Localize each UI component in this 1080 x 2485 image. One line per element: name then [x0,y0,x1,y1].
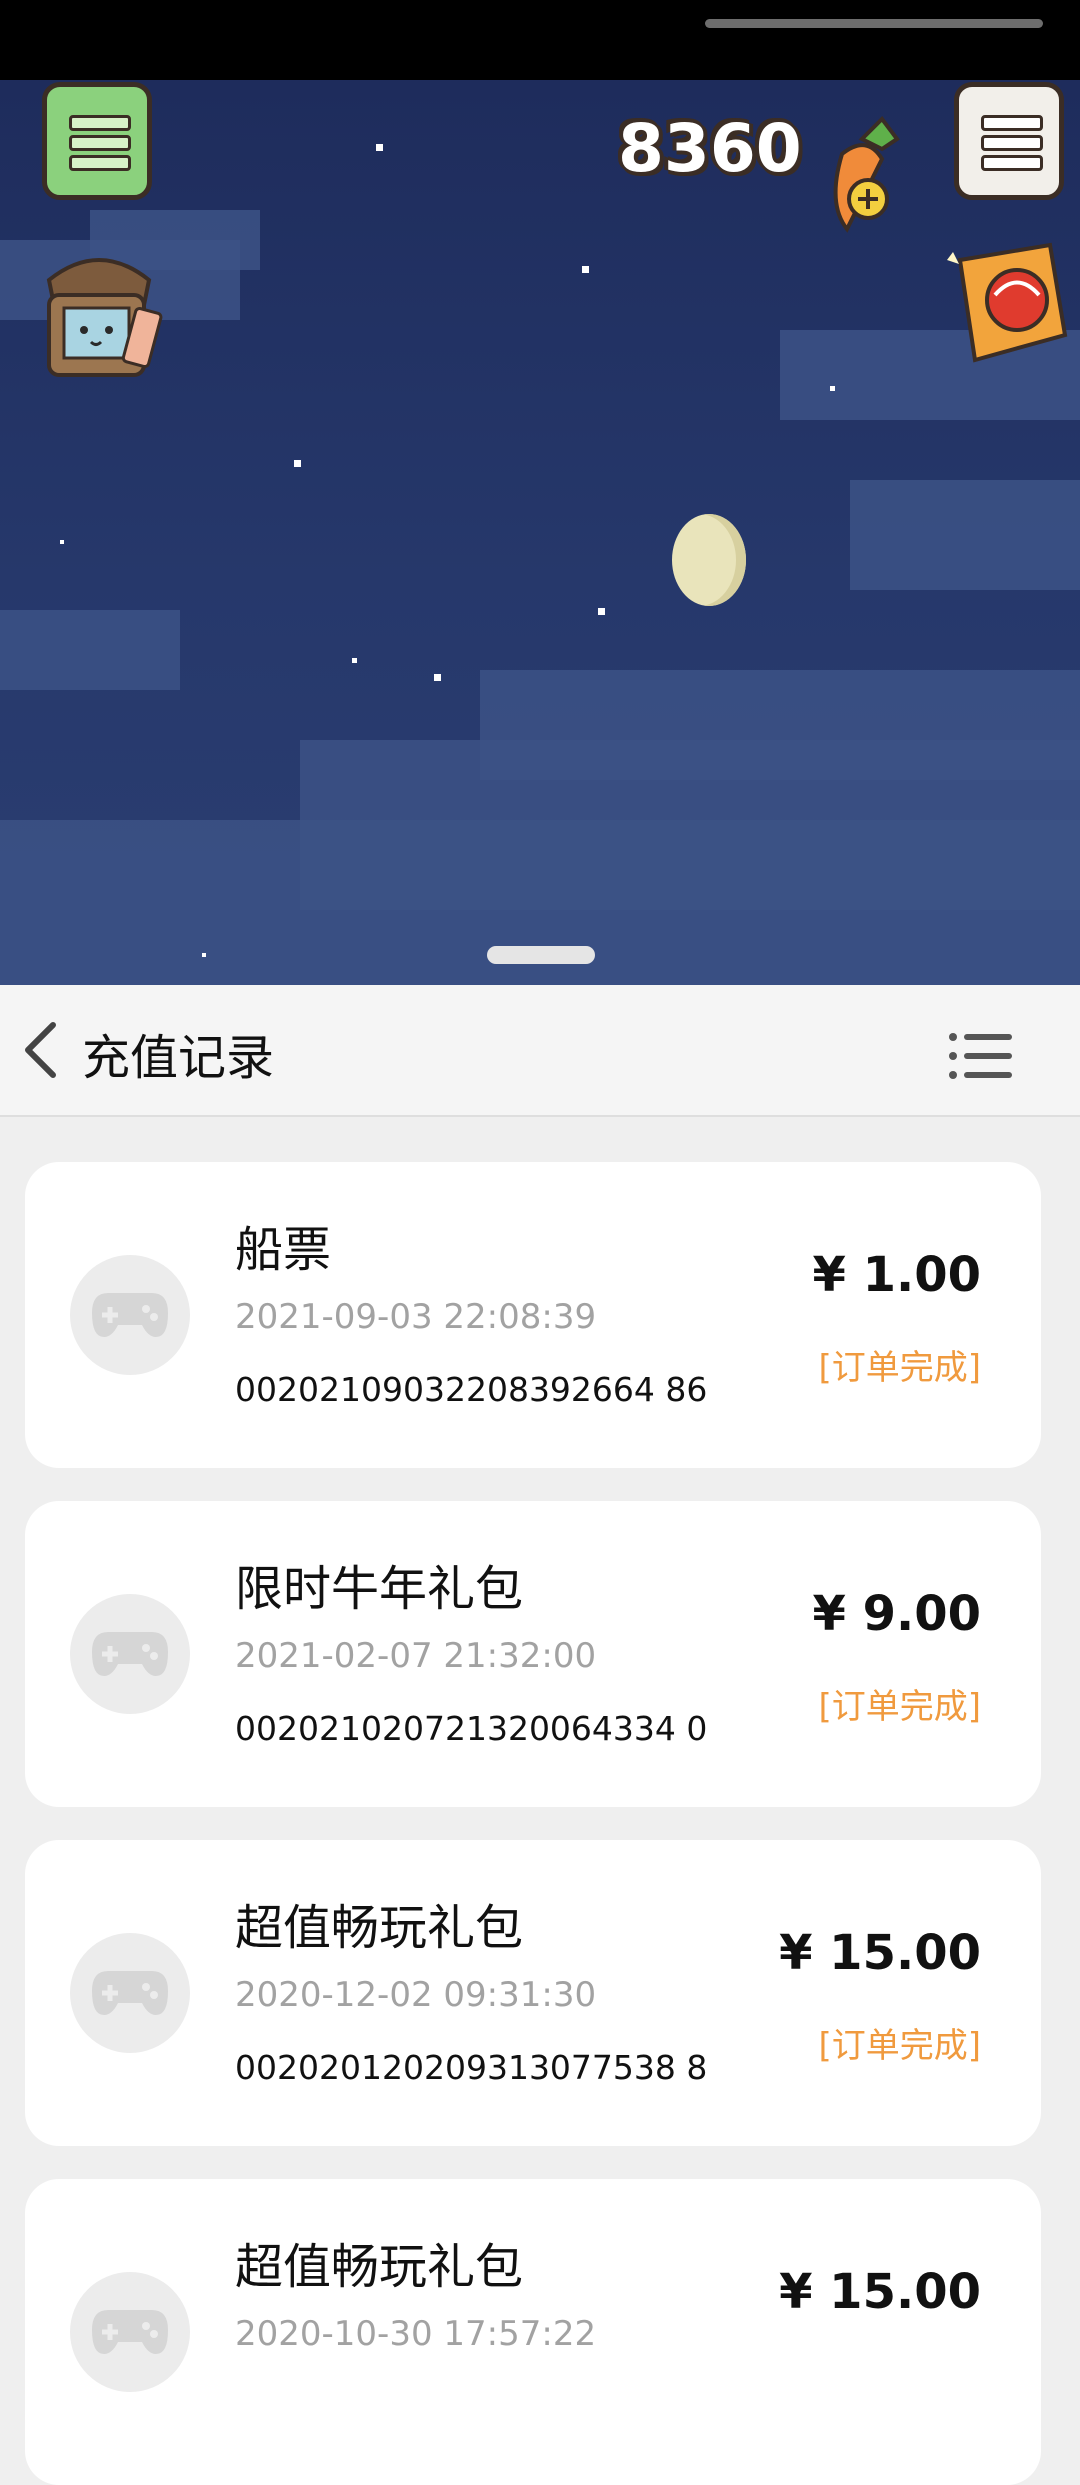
game-avatar [70,2272,190,2392]
system-gesture-bar[interactable] [705,19,1043,28]
carrot-score: 8360 [618,110,802,187]
record-time: 2021-09-03 22:08:39 [235,1297,597,1337]
gamepad-icon [92,1293,168,1337]
record-title: 超值畅玩礼包 [235,1900,524,1956]
record-title: 船票 [235,1222,332,1278]
status-bar [0,0,1080,80]
recharge-record-card[interactable]: 限时牛年礼包 2021-02-07 21:32:00 0020210207213… [25,1501,1041,1807]
gift-card-icon[interactable] [935,240,1075,370]
record-time: 2021-02-07 21:32:00 [235,1636,597,1676]
right-menu-button[interactable] [954,82,1064,200]
chevron-left-icon[interactable] [18,1020,68,1080]
recharge-record-card[interactable]: 船票 2021-09-03 22:08:39 00202109032208392… [25,1162,1041,1468]
gamepad-icon [92,2310,168,2354]
record-status: [订单完成] [818,1687,981,1727]
sheet-drag-handle[interactable] [487,946,595,964]
recharge-record-card[interactable]: 超值畅玩礼包 2020-12-02 09:31:30 0020201202093… [25,1840,1041,2146]
gamepad-icon [92,1971,168,2015]
record-title: 限时牛年礼包 [235,1561,524,1617]
left-menu-button[interactable] [42,82,152,200]
recharge-record-card[interactable]: 超值畅玩礼包 2020-10-30 17:57:22 ¥ 15.00 [25,2179,1041,2485]
game-avatar [70,1255,190,1375]
record-order-number: 002021020721320064334 0 [235,1709,708,1748]
page-title: 充值记录 [82,1030,275,1086]
gamepad-icon [92,1632,168,1676]
record-status: [订单完成] [818,2026,981,2066]
game-avatar [70,1933,190,2053]
tv-character-icon[interactable] [34,250,164,395]
page-header: 充值记录 [0,985,1080,1117]
record-price: ¥ 9.00 [812,1586,981,1642]
record-title: 超值畅玩礼包 [235,2239,524,2295]
list-icon[interactable] [948,1031,1014,1081]
record-time: 2020-12-02 09:31:30 [235,1975,597,2015]
game-view[interactable]: 8360 [0,80,1080,985]
game-avatar [70,1594,190,1714]
carrot-plus-icon[interactable] [812,114,912,234]
record-price: ¥ 1.00 [812,1247,981,1303]
record-price: ¥ 15.00 [779,2264,981,2320]
record-status: [订单完成] [818,1348,981,1388]
record-price: ¥ 15.00 [779,1925,981,1981]
moon [672,514,746,606]
record-time: 2020-10-30 17:57:22 [235,2314,597,2354]
record-order-number: 002020120209313077538 8 [235,2048,708,2087]
record-order-number: 00202109032208392664 86 [235,1370,708,1409]
